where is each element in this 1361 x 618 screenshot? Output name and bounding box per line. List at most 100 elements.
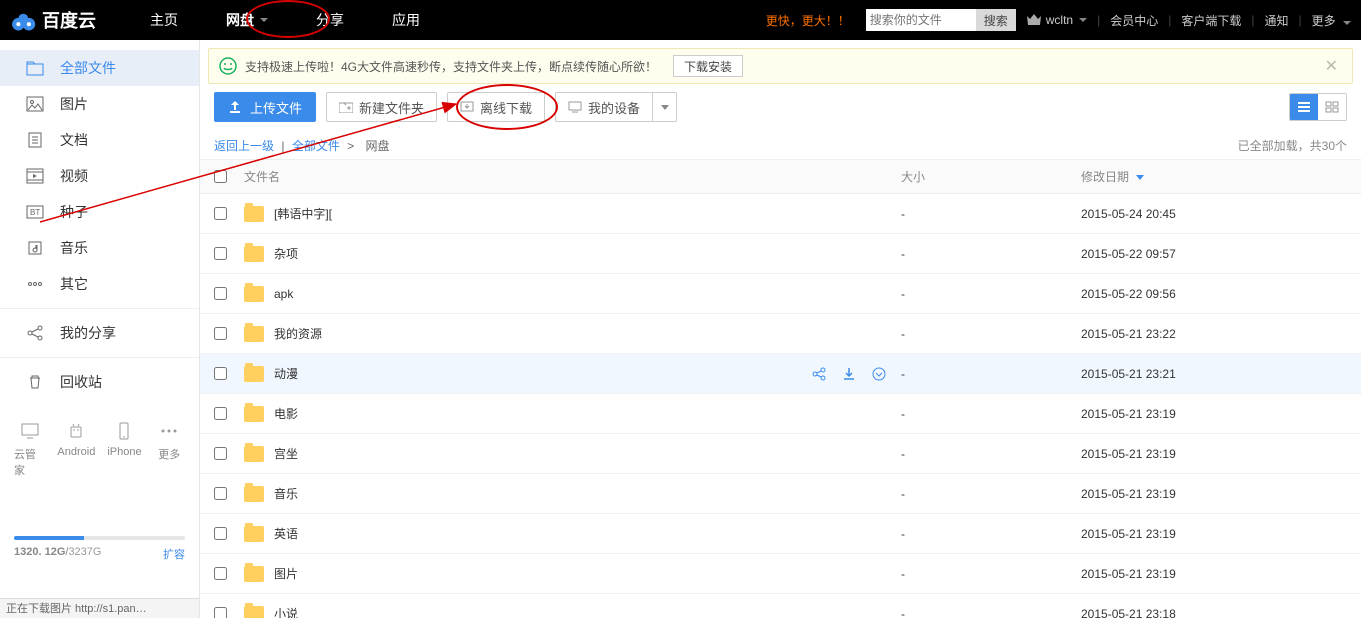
close-icon[interactable]: ✕	[1321, 56, 1342, 76]
load-status: 已全部加载，共30个	[1238, 137, 1347, 154]
my-device-button[interactable]: 我的设备	[555, 92, 653, 122]
sidebar-item[interactable]: 全部文件	[0, 50, 199, 86]
file-size: -	[901, 527, 1081, 541]
sidebar-item[interactable]: 其它	[0, 266, 199, 302]
table-row[interactable]: [韩语中字][-2015-05-24 20:45	[200, 194, 1361, 234]
more-link[interactable]: 更多	[1312, 12, 1351, 29]
table-row[interactable]: 宫坐-2015-05-21 23:19	[200, 434, 1361, 474]
android-icon	[65, 420, 87, 442]
file-name: 宫坐	[274, 445, 298, 462]
table-row[interactable]: 电影-2015-05-21 23:19	[200, 394, 1361, 434]
table-row[interactable]: 小说-2015-05-21 23:18	[200, 594, 1361, 618]
folder-icon	[244, 446, 264, 462]
row-checkbox[interactable]	[214, 247, 227, 260]
sidebar-item[interactable]: 音乐	[0, 230, 199, 266]
sidebar-item[interactable]: 图片	[0, 86, 199, 122]
row-checkbox[interactable]	[214, 207, 227, 220]
notify-link[interactable]: 通知	[1265, 12, 1289, 29]
platform-monitor[interactable]: 云管家	[14, 420, 45, 478]
file-date: 2015-05-22 09:57	[1081, 247, 1341, 261]
upload-button[interactable]: 上传文件	[214, 92, 316, 122]
top-bar: 百度云 主页网盘分享应用 更快，更大！！ 搜索 wcltn | 会员中心 | 客…	[0, 0, 1361, 40]
table-row[interactable]: apk-2015-05-22 09:56	[200, 274, 1361, 314]
new-folder-button[interactable]: 新建文件夹	[326, 92, 437, 122]
file-list[interactable]: [韩语中字][-2015-05-24 20:45杂项-2015-05-22 09…	[200, 194, 1361, 618]
topnav-item[interactable]: 应用	[368, 0, 444, 40]
row-checkbox[interactable]	[214, 447, 227, 460]
folder-icon	[244, 206, 264, 222]
file-name: 我的资源	[274, 325, 322, 342]
caret-down-icon	[1343, 21, 1351, 25]
list-view-button[interactable]	[1290, 94, 1318, 120]
banner-install-button[interactable]: 下载安装	[673, 55, 743, 77]
download-icon[interactable]	[841, 366, 857, 382]
table-row[interactable]: 图片-2015-05-21 23:19	[200, 554, 1361, 594]
offline-download-button[interactable]: 离线下载	[447, 92, 545, 122]
share-icon[interactable]	[811, 366, 827, 382]
logo[interactable]: 百度云	[10, 7, 96, 33]
search-button[interactable]: 搜索	[976, 9, 1016, 31]
platform-more[interactable]: 更多	[154, 420, 185, 478]
file-date: 2015-05-21 23:19	[1081, 487, 1341, 501]
row-actions	[811, 366, 887, 382]
topnav-item[interactable]: 主页	[126, 0, 202, 40]
row-checkbox[interactable]	[214, 367, 227, 380]
svg-text:BT: BT	[30, 208, 40, 217]
row-checkbox[interactable]	[214, 407, 227, 420]
promo-text[interactable]: 更快，更大！！	[766, 12, 850, 29]
search-input[interactable]	[866, 9, 976, 31]
device-icon	[568, 101, 582, 113]
vip-link[interactable]: 会员中心	[1110, 12, 1158, 29]
file-name: 杂项	[274, 245, 298, 262]
user-name: wcltn	[1046, 13, 1073, 27]
grid-icon	[1325, 101, 1339, 113]
platform-android[interactable]: Android	[57, 420, 95, 478]
col-name[interactable]: 文件名	[240, 168, 901, 185]
file-date: 2015-05-21 23:19	[1081, 447, 1341, 461]
table-row[interactable]: 英语-2015-05-21 23:19	[200, 514, 1361, 554]
table-row[interactable]: 杂项-2015-05-22 09:57	[200, 234, 1361, 274]
breadcrumb-back[interactable]: 返回上一级	[214, 137, 274, 154]
table-row[interactable]: 动漫-2015-05-21 23:21	[200, 354, 1361, 394]
more-icon	[158, 420, 180, 442]
file-size: -	[901, 207, 1081, 221]
promo-banner: 支持极速上传啦！4G大文件高速秒传，支持文件夹上传，断点续传随心所欲！ 下载安装…	[208, 48, 1353, 84]
col-date[interactable]: 修改日期	[1081, 168, 1341, 185]
sidebar-item[interactable]: 视频	[0, 158, 199, 194]
client-download-link[interactable]: 客户端下载	[1181, 12, 1241, 29]
row-checkbox[interactable]	[214, 487, 227, 500]
topnav-item[interactable]: 分享	[292, 0, 368, 40]
list-icon	[1297, 101, 1311, 113]
table-row[interactable]: 音乐-2015-05-21 23:19	[200, 474, 1361, 514]
expand-storage[interactable]: 扩容	[163, 546, 185, 562]
platform-links: 云管家 Android iPhone 更多	[0, 420, 199, 478]
user-menu[interactable]: wcltn	[1026, 13, 1087, 27]
file-name: apk	[274, 287, 293, 301]
col-size[interactable]: 大小	[901, 168, 1081, 185]
device-caret-button[interactable]	[653, 92, 677, 122]
select-all-checkbox[interactable]	[214, 170, 227, 183]
sort-down-icon	[1136, 175, 1144, 180]
sidebar-item-label: 音乐	[60, 238, 88, 258]
row-checkbox[interactable]	[214, 567, 227, 580]
row-checkbox[interactable]	[214, 287, 227, 300]
row-checkbox[interactable]	[214, 607, 227, 618]
row-checkbox[interactable]	[214, 327, 227, 340]
platform-iphone[interactable]: iPhone	[107, 420, 141, 478]
folder-icon	[244, 286, 264, 302]
file-date: 2015-05-21 23:18	[1081, 607, 1341, 618]
status-downloading: 正在下载图片 http://s1.pan…	[0, 598, 199, 618]
more-icon[interactable]	[871, 366, 887, 382]
sidebar-item[interactable]: BT种子	[0, 194, 199, 230]
sidebar-share[interactable]: 我的分享	[0, 315, 199, 351]
table-row[interactable]: 我的资源-2015-05-21 23:22	[200, 314, 1361, 354]
sidebar-item[interactable]: 文档	[0, 122, 199, 158]
sidebar-item-label: 图片	[60, 94, 88, 114]
grid-view-button[interactable]	[1318, 94, 1346, 120]
row-checkbox[interactable]	[214, 527, 227, 540]
topnav-item[interactable]: 网盘	[202, 0, 292, 40]
breadcrumb-root[interactable]: 全部文件	[292, 137, 340, 154]
sidebar-recycle[interactable]: 回收站	[0, 364, 199, 400]
file-name: 电影	[274, 405, 298, 422]
file-size: -	[901, 407, 1081, 421]
